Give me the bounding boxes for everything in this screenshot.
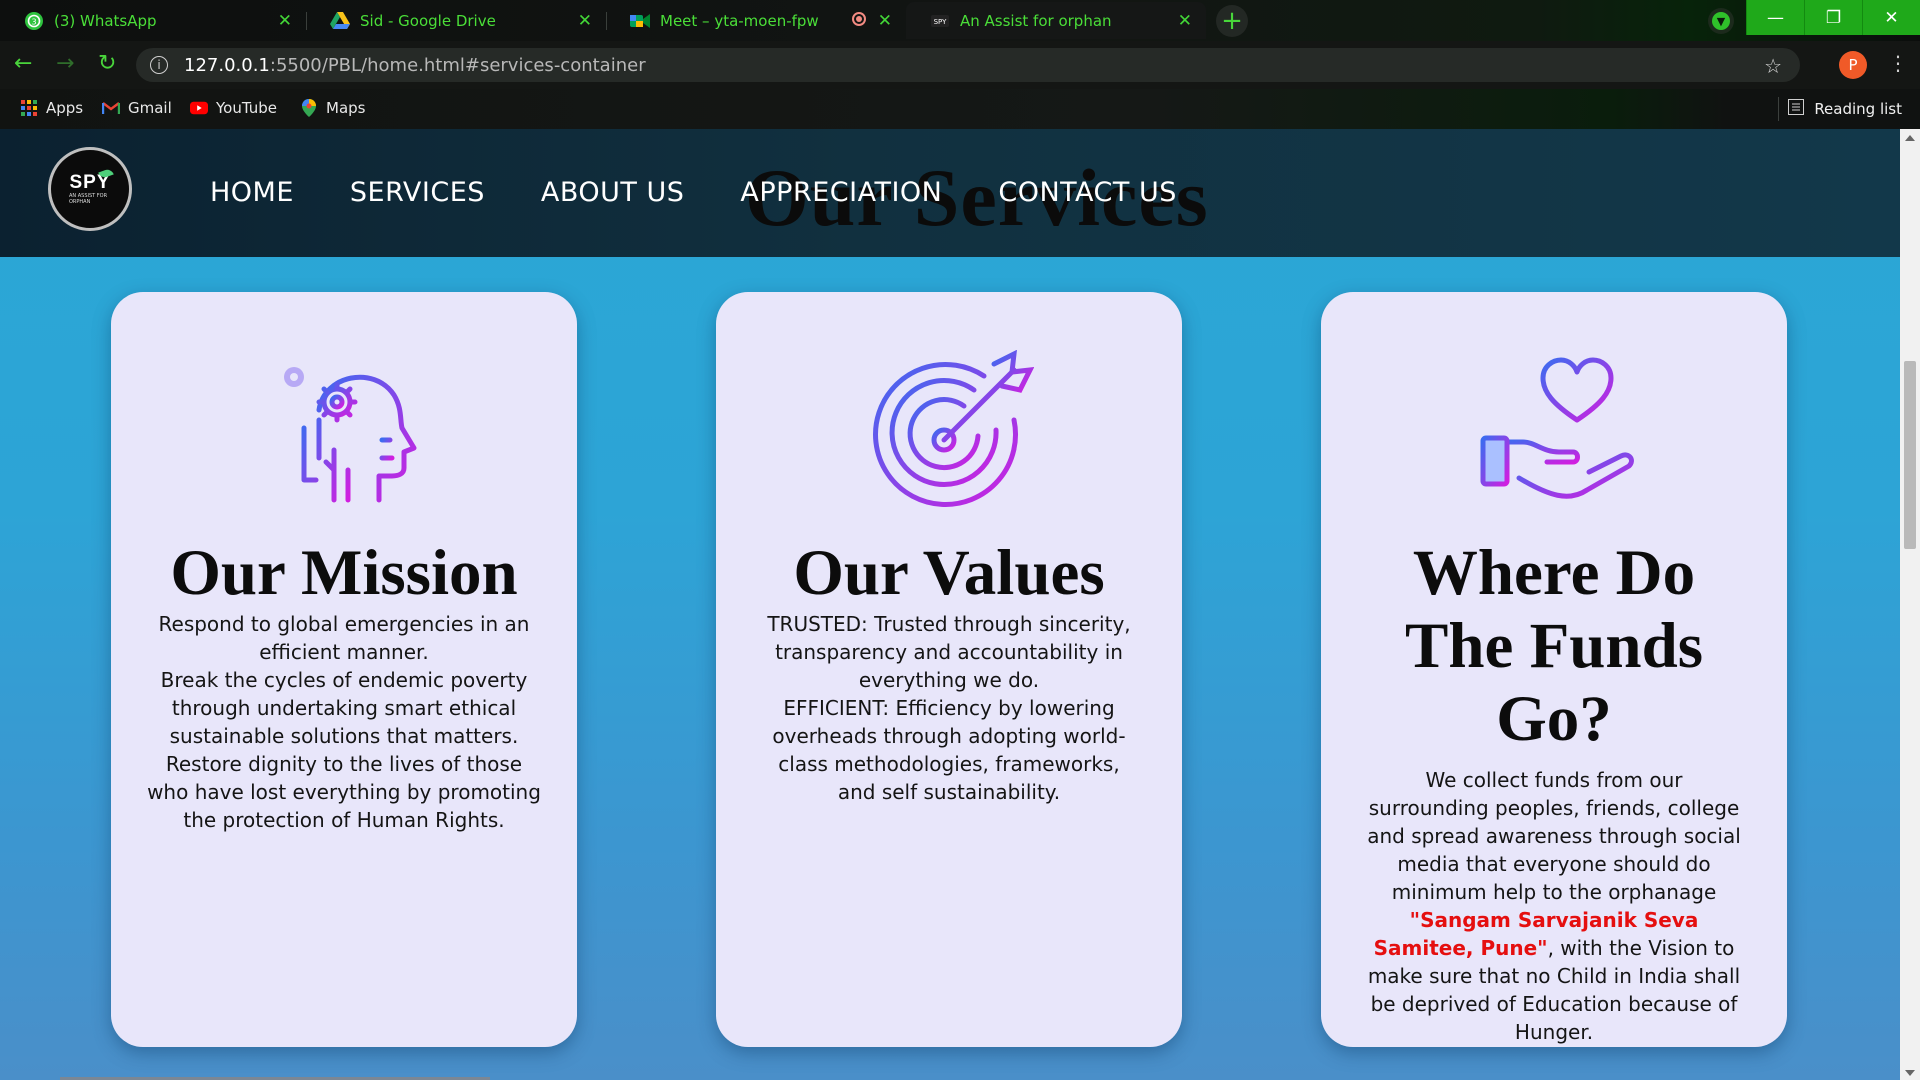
reading-list-icon — [1788, 99, 1805, 119]
bookmark-youtube[interactable]: YouTube — [190, 99, 277, 117]
heart-hand-icon — [1480, 357, 1634, 499]
new-tab-button[interactable]: + — [1216, 5, 1248, 37]
close-tab-icon[interactable]: ✕ — [878, 11, 892, 31]
window-controls: — ❐ ✕ — [1746, 0, 1920, 35]
tab-strip: 3 (3) WhatsApp ✕ Sid - Google Drive ✕ Me… — [0, 0, 1920, 41]
scroll-down-arrow-icon[interactable] — [1905, 1070, 1915, 1076]
apps-grid-icon — [20, 99, 38, 117]
url-host: 127.0.0.1 — [184, 54, 270, 76]
main-nav: HOME SERVICES ABOUT US APPRECIATION CONT… — [210, 177, 1233, 208]
tab-google-drive[interactable]: Sid - Google Drive ✕ — [306, 2, 606, 39]
nav-appreciation[interactable]: APPRECIATION — [740, 177, 942, 208]
bookmark-label: Apps — [46, 99, 84, 117]
tab-google-meet[interactable]: Meet – yta-moen-fpw ✕ — [606, 2, 906, 39]
card-text: EFFICIENT: Efficiency by lowering overhe… — [772, 696, 1126, 804]
bookmark-apps[interactable]: Apps — [20, 99, 83, 117]
site-header: Our Services SPY AN ASSIST FOR ORPHAN HO… — [0, 129, 1900, 257]
address-bar[interactable]: i 127.0.0.1:5500/PBL/home.html#services-… — [136, 48, 1800, 82]
service-card-values: Our Values TRUSTED: Trusted through sinc… — [716, 292, 1182, 1047]
bookmark-gmail[interactable]: Gmail — [102, 99, 172, 117]
bookmark-maps[interactable]: Maps — [300, 99, 365, 117]
bookmark-star-icon[interactable]: ☆ — [1764, 54, 1782, 78]
bookmarks-bar: Apps Gmail YouTube Maps Reading list — [0, 89, 1920, 129]
service-card-funds: Where Do The Funds Go? We collect funds … — [1321, 292, 1787, 1047]
tab-title: Sid - Google Drive — [360, 11, 496, 30]
bookmark-label: Maps — [326, 99, 366, 117]
logo-tagline: AN ASSIST FOR ORPHAN — [69, 193, 108, 205]
card-text: Break the cycles of endemic poverty thro… — [160, 668, 528, 748]
google-drive-icon — [330, 11, 350, 31]
google-meet-icon — [630, 11, 650, 31]
profile-avatar[interactable]: P — [1839, 51, 1867, 79]
reading-list-label: Reading list — [1814, 100, 1902, 118]
tab-title: An Assist for orphan — [960, 11, 1112, 30]
scroll-up-arrow-icon[interactable] — [1905, 135, 1915, 141]
reading-list-button[interactable]: Reading list — [1788, 99, 1902, 119]
nav-home[interactable]: HOME — [210, 177, 294, 208]
tab-whatsapp[interactable]: 3 (3) WhatsApp ✕ — [0, 2, 306, 39]
nav-services[interactable]: SERVICES — [350, 177, 485, 208]
url-path: :5500/PBL/home.html#services-container — [269, 54, 646, 76]
gmail-icon — [102, 99, 120, 117]
card-title: Our Mission — [170, 537, 518, 609]
close-tab-icon[interactable]: ✕ — [578, 11, 592, 31]
maps-pin-icon — [300, 99, 318, 117]
tab-assist-orphan[interactable]: SPY An Assist for orphan ✕ — [906, 2, 1206, 39]
site-favicon-icon: SPY — [930, 11, 950, 31]
whatsapp-icon: 3 — [24, 11, 44, 31]
close-window-button[interactable]: ✕ — [1862, 0, 1920, 35]
back-arrow-icon[interactable]: ← — [14, 53, 32, 75]
funds-text-intro: We collect funds from our surrounding pe… — [1367, 768, 1741, 904]
tab-title: (3) WhatsApp — [54, 11, 157, 30]
youtube-icon — [190, 99, 208, 117]
svg-text:SPY: SPY — [934, 18, 948, 26]
browser-toolbar: ← → ↻ i 127.0.0.1:5500/PBL/home.html#ser… — [0, 41, 1920, 89]
nav-contact-us[interactable]: CONTACT US — [998, 177, 1177, 208]
page-viewport: Our Services SPY AN ASSIST FOR ORPHAN HO… — [0, 129, 1900, 1080]
restore-button[interactable]: ❐ — [1804, 0, 1862, 35]
svg-text:3: 3 — [31, 17, 36, 26]
close-tab-icon[interactable]: ✕ — [1178, 11, 1192, 31]
page-scrollbar[interactable] — [1900, 129, 1920, 1080]
site-logo[interactable]: SPY AN ASSIST FOR ORPHAN — [48, 147, 132, 231]
scrollbar-thumb[interactable] — [1904, 361, 1916, 549]
bookmark-label: YouTube — [216, 99, 277, 117]
minimize-button[interactable]: — — [1746, 0, 1804, 35]
nav-about-us[interactable]: ABOUT US — [541, 177, 685, 208]
card-title: Where Do The Funds Go? — [1404, 537, 1704, 755]
recording-icon — [852, 12, 866, 26]
card-text: TRUSTED: Trusted through sincerity, tran… — [767, 612, 1131, 692]
card-title: Our Values — [793, 537, 1105, 609]
site-info-icon[interactable]: i — [150, 56, 168, 74]
card-text: Respond to global emergencies in an effi… — [158, 612, 530, 664]
menu-dots-icon[interactable]: ⋮ — [1888, 51, 1908, 75]
reload-icon[interactable]: ↻ — [98, 53, 116, 75]
card-text: We collect funds from our surrounding pe… — [1321, 756, 1787, 1046]
close-tab-icon[interactable]: ✕ — [278, 11, 292, 31]
head-gears-icon — [284, 367, 417, 503]
forward-arrow-icon[interactable]: → — [56, 53, 74, 75]
extension-icon[interactable]: ▼ — [1708, 8, 1734, 34]
service-card-mission: Our Mission Respond to global emergencie… — [111, 292, 577, 1047]
bookmark-label: Gmail — [128, 99, 172, 117]
tab-title: Meet – yta-moen-fpw — [660, 11, 819, 30]
target-arrow-icon — [873, 350, 1034, 507]
card-text: Restore dignity to the lives of those wh… — [147, 752, 541, 832]
